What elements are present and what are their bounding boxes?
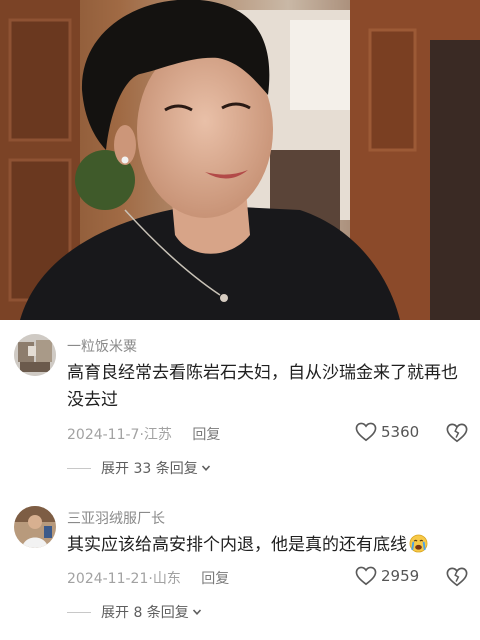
heart-icon xyxy=(355,566,377,586)
like-button[interactable]: 2959 xyxy=(355,566,419,586)
chevron-down-icon xyxy=(201,465,210,471)
comment-text-content: 其实应该给高安排个内退，他是真的还有底线 xyxy=(67,535,407,555)
like-count: 2959 xyxy=(381,567,420,585)
like-count: 5360 xyxy=(381,423,420,441)
heart-icon xyxy=(355,422,377,442)
broken-heart-icon[interactable] xyxy=(446,422,468,444)
like-button[interactable]: 5360 xyxy=(355,422,419,442)
comment-username[interactable]: 三亚羽绒服厂长 xyxy=(67,508,165,528)
comment-meta: 2024-11-7·江苏 回复 xyxy=(67,424,220,444)
avatar[interactable] xyxy=(14,334,56,376)
divider-line xyxy=(67,467,91,469)
divider-line xyxy=(67,611,91,613)
avatar-image xyxy=(14,506,56,548)
reply-button[interactable]: 回复 xyxy=(201,571,229,587)
video-frame[interactable] xyxy=(0,0,480,320)
chevron-down-icon xyxy=(192,609,201,615)
reply-button[interactable]: 回复 xyxy=(192,427,220,443)
crying-face-icon xyxy=(409,534,428,553)
comment-text: 其实应该给高安排个内退，他是真的还有底线 xyxy=(67,532,467,559)
expand-replies-button[interactable]: 展开 8 条回复 xyxy=(67,602,202,622)
comment-date: 2024-11-21 xyxy=(67,571,149,587)
comment-text: 高育良经常去看陈岩石夫妇，自从沙瑞金来了就再也没去过 xyxy=(67,363,458,410)
comment-date: 2024-11-7 xyxy=(67,427,140,443)
avatar[interactable] xyxy=(14,506,56,548)
expand-replies-label: 展开 33 条回复 xyxy=(101,461,198,477)
comment-section: 一粒饭米粟 高育良经常去看陈岩石夫妇，自从沙瑞金来了就再也没去过 2024-11… xyxy=(0,320,480,640)
comment-username[interactable]: 一粒饭米粟 xyxy=(67,336,137,356)
expand-replies-label: 展开 8 条回复 xyxy=(101,605,189,621)
video-still-image xyxy=(0,0,480,320)
avatar-image xyxy=(14,334,56,376)
comment-location: 江苏 xyxy=(143,427,172,443)
comment-meta: 2024-11-21·山东 回复 xyxy=(67,568,229,588)
expand-replies-button[interactable]: 展开 33 条回复 xyxy=(67,458,211,478)
broken-heart-icon[interactable] xyxy=(446,566,468,588)
comment-location: 山东 xyxy=(152,571,181,587)
